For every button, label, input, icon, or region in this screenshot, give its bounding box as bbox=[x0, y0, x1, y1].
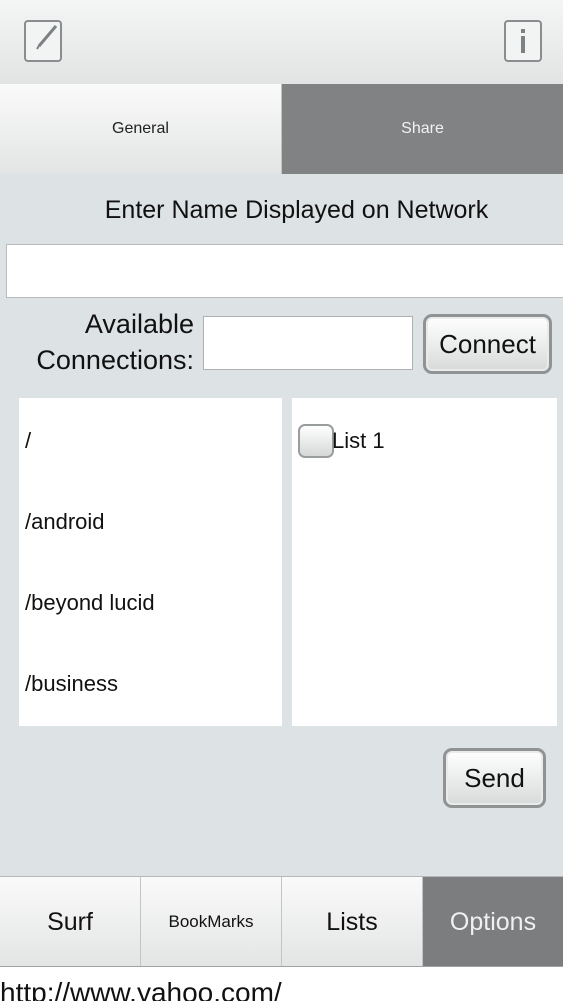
url-text: http://www.yahoo.com/ bbox=[0, 977, 282, 1001]
list-checkbox[interactable] bbox=[298, 424, 334, 458]
list-item[interactable]: /beyond lucid bbox=[25, 590, 155, 616]
list-item[interactable]: List 1 bbox=[298, 422, 385, 460]
list-item[interactable]: /android bbox=[25, 509, 105, 535]
tab-general[interactable]: General bbox=[0, 84, 282, 174]
send-button[interactable]: Send bbox=[443, 748, 546, 808]
connect-button[interactable]: Connect bbox=[423, 314, 552, 374]
tab-surf[interactable]: Surf bbox=[0, 877, 141, 967]
tab-options[interactable]: Options bbox=[423, 877, 563, 967]
bottom-tab-bar: Surf BookMarks Lists Options bbox=[0, 876, 563, 967]
top-toolbar bbox=[0, 0, 563, 85]
tab-lists[interactable]: Lists bbox=[282, 877, 423, 967]
list-item-label: List 1 bbox=[332, 428, 385, 453]
tab-share[interactable]: Share bbox=[282, 84, 563, 174]
edit-icon[interactable] bbox=[24, 20, 62, 62]
info-icon[interactable] bbox=[504, 20, 542, 62]
connections-list[interactable]: / /android /beyond lucid /business bbox=[19, 398, 282, 726]
tab-bookmarks[interactable]: BookMarks bbox=[141, 877, 282, 967]
lists-panel: List 1 bbox=[292, 398, 557, 726]
network-name-input[interactable] bbox=[6, 244, 563, 298]
network-name-heading: Enter Name Displayed on Network bbox=[104, 196, 489, 224]
connection-input[interactable] bbox=[203, 316, 413, 370]
available-connections-label: Available Connections: bbox=[36, 309, 194, 375]
list-item[interactable]: / bbox=[25, 428, 31, 454]
share-panel: Enter Name Displayed on Network Availabl… bbox=[0, 174, 563, 876]
url-bar[interactable]: http://www.yahoo.com/ bbox=[0, 966, 563, 1001]
list-item[interactable]: /business bbox=[25, 671, 118, 697]
settings-tabs: General Share bbox=[0, 84, 563, 174]
